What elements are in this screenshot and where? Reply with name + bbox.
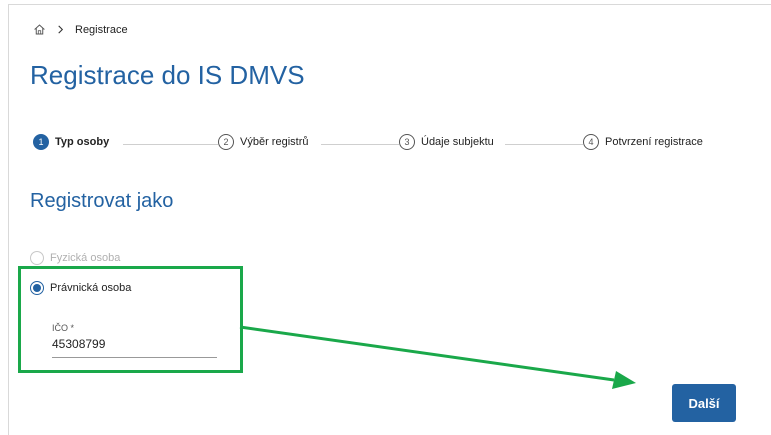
step-label: Údaje subjektu xyxy=(421,136,494,148)
frame-left-border xyxy=(8,4,9,435)
home-icon[interactable] xyxy=(33,23,46,36)
stepper: 1 Typ osoby 2 Výběr registrů 3 Údaje sub… xyxy=(33,134,723,154)
section-title: Registrovat jako xyxy=(30,190,174,212)
step-connector xyxy=(505,144,583,145)
step-typ-osoby: 1 Typ osoby xyxy=(33,134,109,150)
chevron-right-icon xyxy=(58,25,64,34)
step-connector xyxy=(123,144,218,145)
next-button[interactable]: Další xyxy=(672,384,736,422)
page-title: Registrace do IS DMVS xyxy=(30,60,305,90)
step-number: 4 xyxy=(583,134,599,150)
step-label: Potvrzení registrace xyxy=(605,136,703,148)
step-label: Typ osoby xyxy=(55,136,110,148)
radio-button[interactable] xyxy=(30,251,44,265)
radio-label: Fyzická osoba xyxy=(50,252,121,264)
breadcrumb: Registrace xyxy=(33,23,128,36)
step-number: 3 xyxy=(399,134,415,150)
step-label: Výběr registrů xyxy=(240,136,309,148)
annotation-highlight-box xyxy=(18,266,243,373)
step-udaje-subjektu: 3 Údaje subjektu xyxy=(399,134,494,150)
step-vyber-registru: 2 Výběr registrů xyxy=(218,134,308,150)
step-number: 1 xyxy=(33,134,49,150)
frame-top-border xyxy=(8,4,771,5)
step-connector xyxy=(321,144,399,145)
step-number: 2 xyxy=(218,134,234,150)
step-potvrzeni-registrace: 4 Potvrzení registrace xyxy=(583,134,703,150)
breadcrumb-current: Registrace xyxy=(75,23,128,36)
radio-fyzicka-osoba[interactable]: Fyzická osoba xyxy=(30,251,120,265)
